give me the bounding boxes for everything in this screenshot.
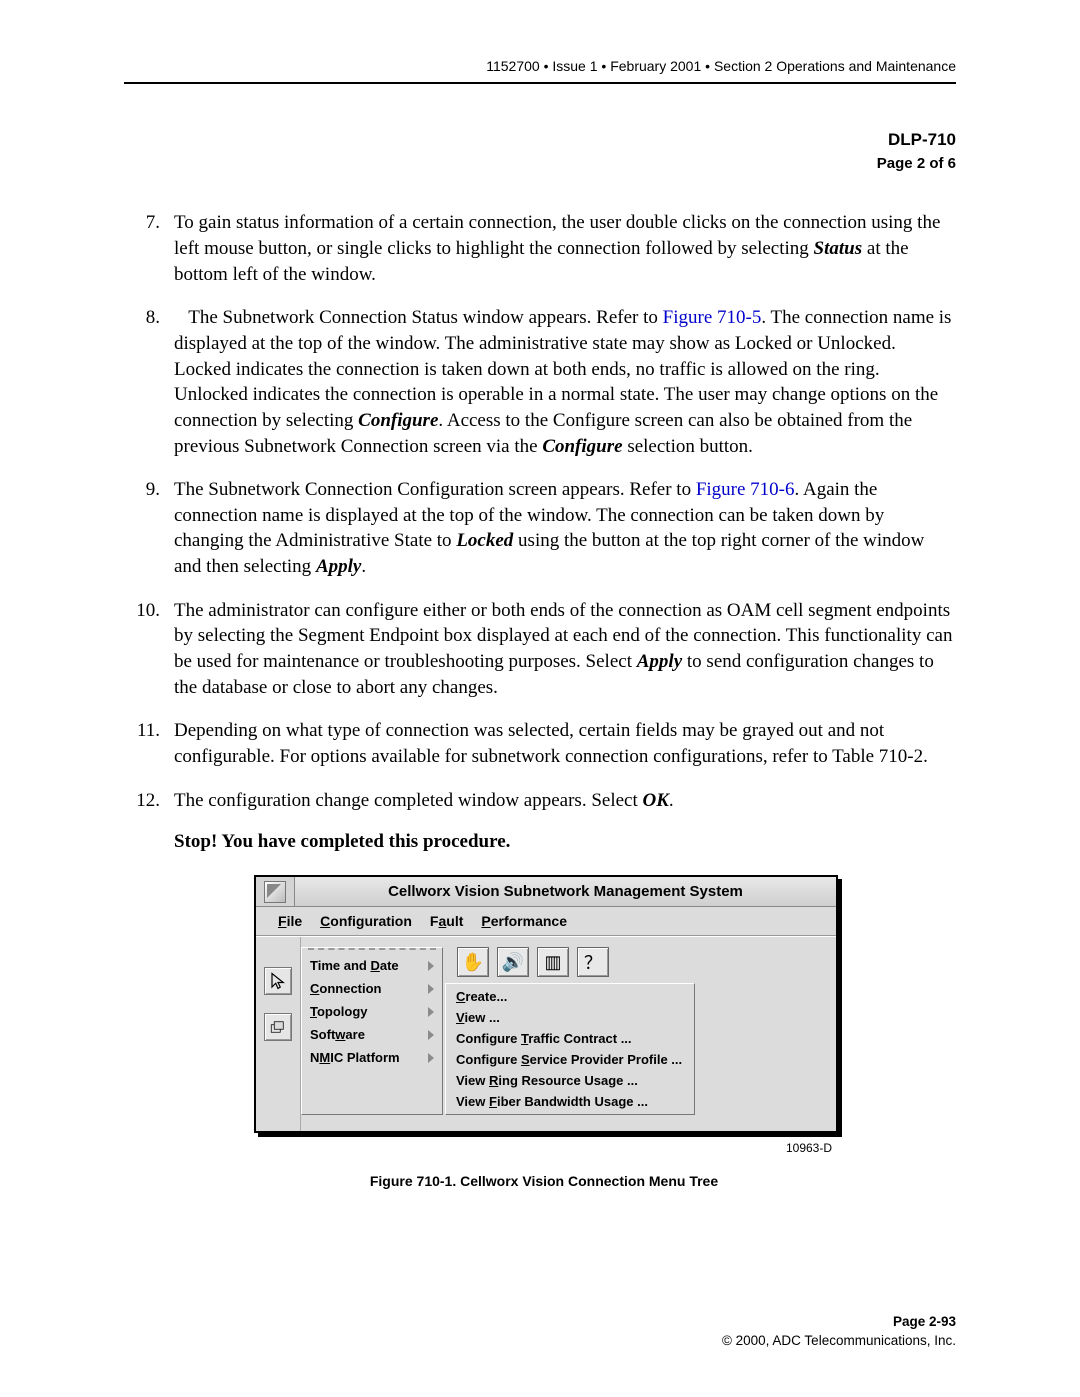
submenu-arrow-icon <box>428 1030 434 1040</box>
menu-performance[interactable]: Performance <box>481 913 567 929</box>
dlp-block: DLP-710 Page 2 of 6 <box>124 128 956 174</box>
bars-icon: ▥ <box>544 952 561 973</box>
audio-button[interactable]: 🔊 <box>497 947 529 977</box>
xref-figure[interactable]: Figure 710-6 <box>696 479 795 500</box>
step-number: 8. <box>124 305 174 459</box>
xref-figure[interactable]: Figure 710-5 <box>663 307 762 328</box>
pointer-tool[interactable] <box>264 967 292 995</box>
menuitem-software[interactable]: Software <box>302 1023 442 1046</box>
procedure-steps: 7. To gain status information of a certa… <box>124 210 956 813</box>
dlp-page-of: Page 2 of 6 <box>124 153 956 175</box>
step-number: 7. <box>124 210 174 287</box>
question-icon: ？ <box>584 949 602 975</box>
emphasis-configure: Configure <box>542 436 622 457</box>
doc-number: 1152700 <box>486 58 539 74</box>
titlebar: Cellworx Vision Subnetwork Management Sy… <box>256 877 836 907</box>
emphasis-status: Status <box>814 238 863 259</box>
step-8: 8. The Subnetwork Connection Status wind… <box>124 305 956 459</box>
issue: Issue 1 <box>552 58 597 74</box>
help-button[interactable]: ？ <box>577 947 609 977</box>
ring-view-button[interactable]: ▥ <box>537 947 569 977</box>
menu-configuration[interactable]: Configuration <box>320 913 412 929</box>
step-number: 11. <box>124 718 174 769</box>
emphasis-locked: Locked <box>456 530 513 551</box>
submenu-arrow-icon <box>428 1007 434 1017</box>
step-number: 10. <box>124 598 174 701</box>
menuitem-connection[interactable]: Connection <box>302 977 442 1000</box>
header-section: Section 2 Operations and Maintenance <box>714 58 956 74</box>
figure-caption: Figure 710-1. Cellworx Vision Connection… <box>254 1173 834 1189</box>
step-number: 12. <box>124 788 174 814</box>
hand-icon: ✋ <box>462 952 484 973</box>
emphasis-ok: OK <box>643 790 669 811</box>
configuration-dropdown: Time and Date Connection Topology S <box>301 947 443 1115</box>
step-7: 7. To gain status information of a certa… <box>124 210 956 287</box>
submenu-arrow-icon <box>428 984 434 994</box>
menuitem-topology[interactable]: Topology <box>302 1000 442 1023</box>
menubar: File Configuration Fault Performance <box>256 907 836 936</box>
figure-id: 10963-D <box>254 1141 834 1155</box>
tool-column <box>256 937 301 1131</box>
menu-fault[interactable]: Fault <box>430 913 463 929</box>
stop-notice: Stop! You have completed this procedure. <box>174 831 956 853</box>
layers-tool[interactable] <box>264 1013 292 1041</box>
footer-copyright: © 2000, ADC Telecommunications, Inc. <box>722 1332 956 1351</box>
submenu-create[interactable]: Create... <box>446 986 694 1007</box>
emphasis-configure: Configure <box>358 410 438 431</box>
speaker-icon: 🔊 <box>502 952 524 973</box>
emphasis-apply: Apply <box>637 651 682 672</box>
menu-tear-off[interactable] <box>308 948 436 952</box>
hand-tool-button[interactable]: ✋ <box>457 947 489 977</box>
submenu-arrow-icon <box>428 961 434 971</box>
step-number: 9. <box>124 477 174 580</box>
system-menu-icon <box>264 881 286 903</box>
step-12: 12. The configuration change completed w… <box>124 788 956 814</box>
system-menu-button[interactable] <box>256 877 295 906</box>
submenu-view[interactable]: View ... <box>446 1007 694 1028</box>
submenu-view-ring[interactable]: View Ring Resource Usage ... <box>446 1070 694 1091</box>
submenu-configure-service[interactable]: Configure Service Provider Profile ... <box>446 1049 694 1070</box>
connection-submenu: Create... View ... Configure Traffic Con… <box>445 983 695 1115</box>
layers-icon <box>269 1018 287 1036</box>
menu-file[interactable]: File <box>278 913 302 929</box>
header-rule <box>124 82 956 84</box>
step-11: 11. Depending on what type of connection… <box>124 718 956 769</box>
toolbar-icons: ✋ 🔊 ▥ ？ <box>443 947 695 983</box>
submenu-arrow-icon <box>428 1053 434 1063</box>
menuitem-time-and-date[interactable]: Time and Date <box>302 954 442 977</box>
cellworx-window: Cellworx Vision Subnetwork Management Sy… <box>254 875 838 1133</box>
footer-page: Page 2-93 <box>722 1313 956 1332</box>
submenu-view-fiber[interactable]: View Fiber Bandwidth Usage ... <box>446 1091 694 1112</box>
menuitem-nmic-platform[interactable]: NMIC Platform <box>302 1046 442 1069</box>
header-date: February 2001 <box>610 58 701 74</box>
pointer-icon <box>269 972 287 990</box>
dlp-title: DLP-710 <box>124 128 956 153</box>
window-title: Cellworx Vision Subnetwork Management Sy… <box>295 877 836 906</box>
figure-710-1: Cellworx Vision Subnetwork Management Sy… <box>254 875 834 1189</box>
page-footer: Page 2-93 © 2000, ADC Telecommunications… <box>722 1313 956 1351</box>
submenu-configure-traffic[interactable]: Configure Traffic Contract ... <box>446 1028 694 1049</box>
running-header: 1152700 • Issue 1 • February 2001 • Sect… <box>124 58 956 82</box>
step-9: 9. The Subnetwork Connection Configurati… <box>124 477 956 580</box>
step-10: 10. The administrator can configure eith… <box>124 598 956 701</box>
emphasis-apply: Apply <box>316 556 361 577</box>
